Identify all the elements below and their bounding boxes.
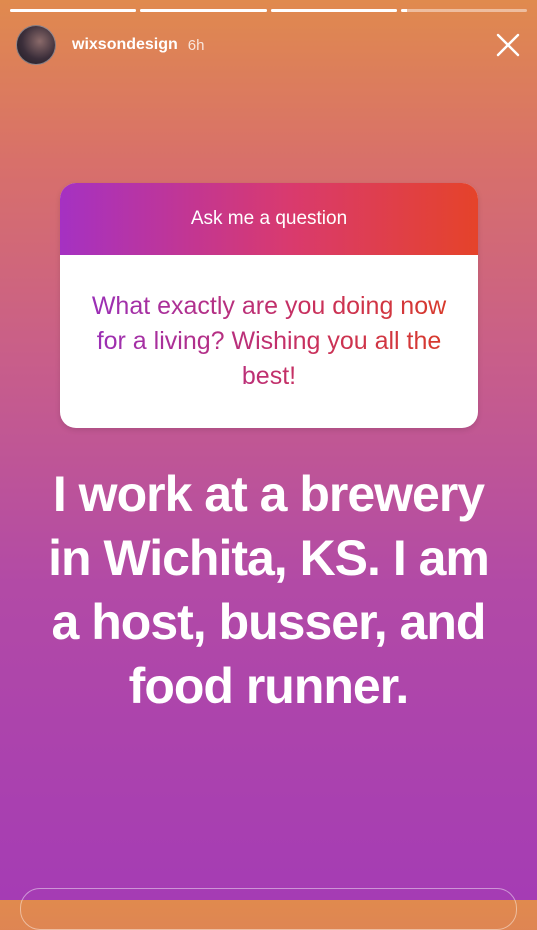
progress-segment-3: [270, 9, 397, 12]
story-header: wixsondesign 6h: [16, 24, 523, 66]
progress-segment-1: [10, 9, 137, 12]
reply-input[interactable]: [20, 888, 517, 930]
avatar[interactable]: [16, 25, 56, 65]
progress-segment-2: [140, 9, 267, 12]
username[interactable]: wixsondesign: [72, 36, 178, 54]
answer-text: I work at a brewery in Wichita, KS. I am…: [48, 466, 490, 714]
question-sticker-title: Ask me a question: [60, 183, 478, 255]
question-sticker[interactable]: Ask me a question What exactly are you d…: [60, 183, 478, 428]
question-sticker-body: What exactly are you doing now for a liv…: [60, 255, 478, 428]
progress-segment-4: [400, 9, 527, 12]
close-icon[interactable]: [493, 30, 523, 60]
story-progress: [10, 9, 527, 12]
post-time: 6h: [187, 36, 205, 54]
question-text: What exactly are you doing now for a liv…: [90, 289, 448, 394]
